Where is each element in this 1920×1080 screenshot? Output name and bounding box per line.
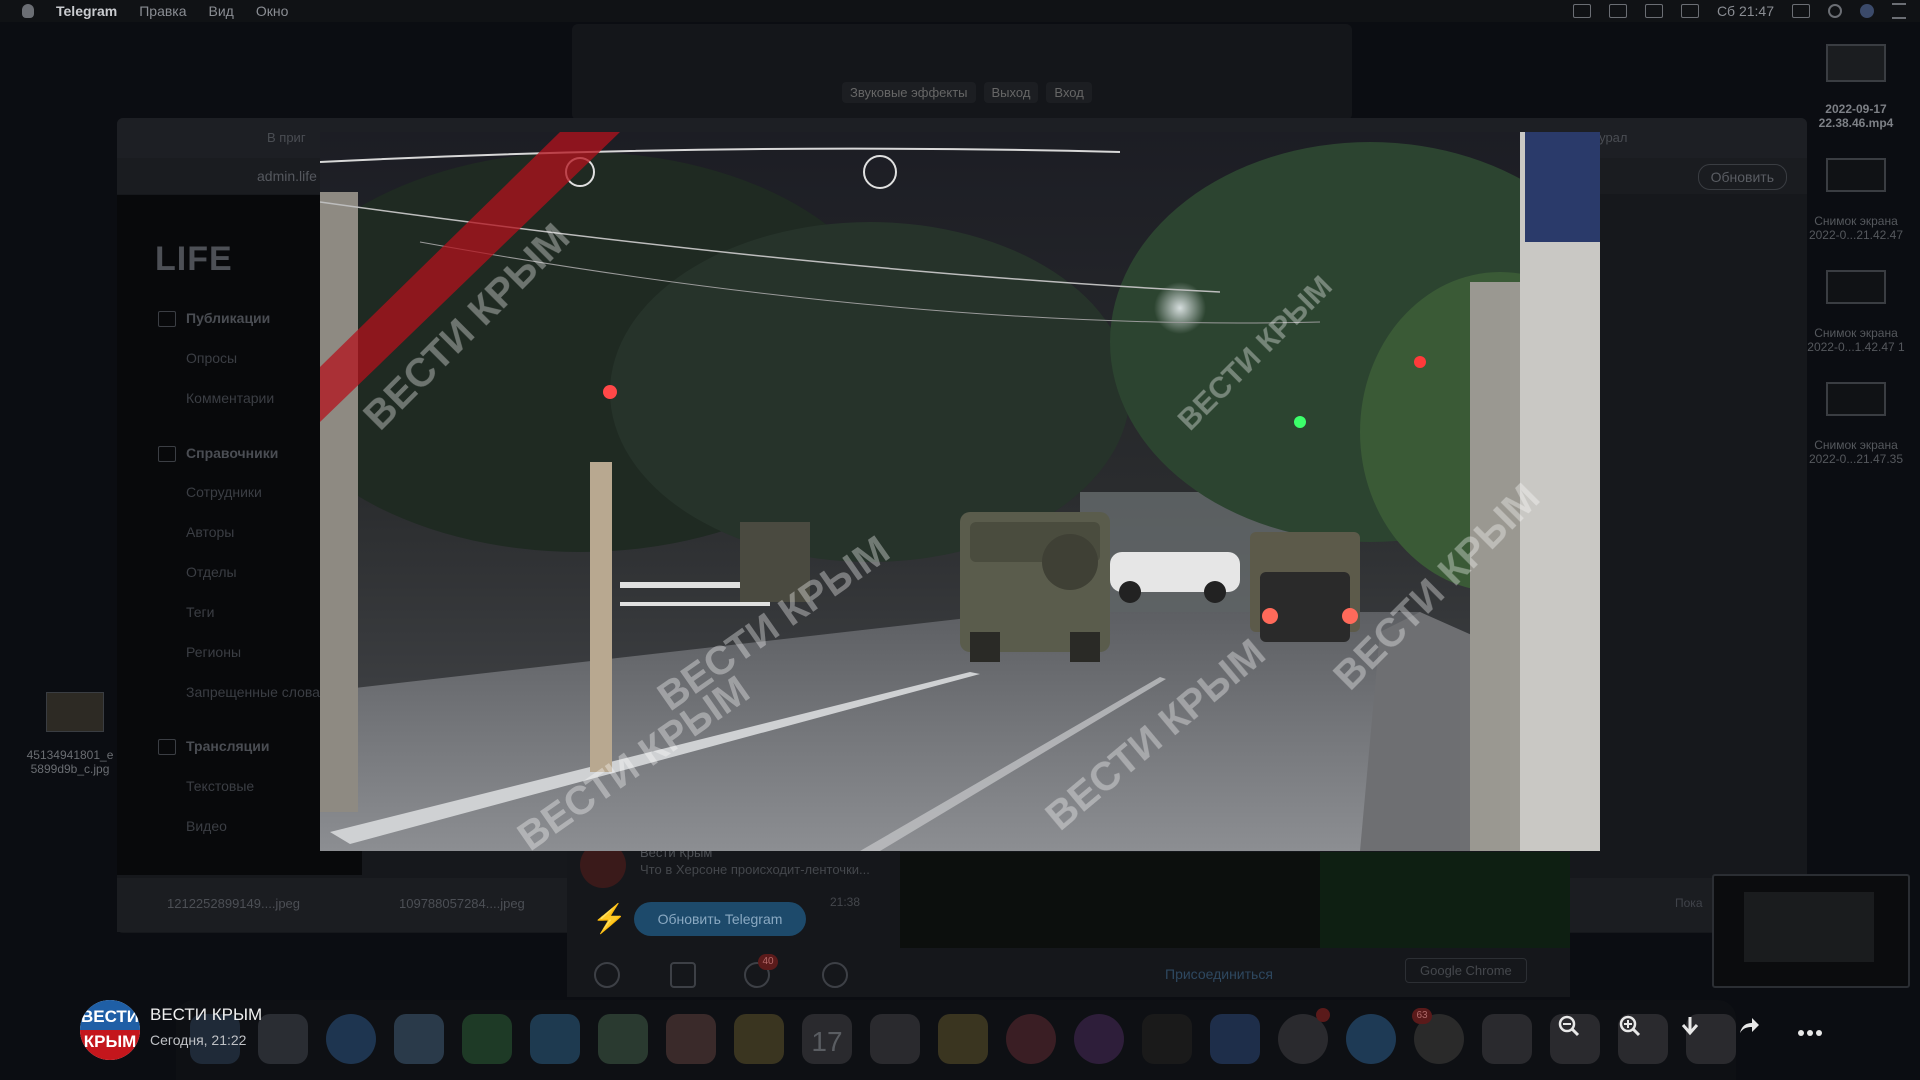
desktop-file-label-1[interactable]: 2022-09-17 22.38.46.mp4 [1800, 102, 1912, 130]
siri-icon[interactable] [1860, 4, 1874, 18]
life-nav-item[interactable]: Публикации [186, 310, 270, 326]
contacts-icon[interactable] [594, 962, 620, 988]
avatar-bottom-text: КРЫМ [80, 1030, 140, 1060]
podcasts-icon[interactable] [1074, 1014, 1124, 1064]
menu-view[interactable]: Вид [209, 3, 234, 19]
login-button[interactable]: Вход [1046, 82, 1092, 103]
messages-icon[interactable] [530, 1014, 580, 1064]
download-icon[interactable] [1674, 1014, 1706, 1046]
more-icon[interactable] [1794, 1014, 1826, 1046]
calls-icon[interactable] [670, 962, 696, 988]
night-street-photo: ВЕСТИ КРЫМ ВЕСТИ КРЫМ ВЕСТИ КРЫМ ВЕСТИ К… [320, 132, 1600, 851]
facetime-icon[interactable] [462, 1014, 512, 1064]
channel-avatar[interactable]: ВЕСТИ КРЫМ [80, 1000, 140, 1060]
desktop-file-label-4[interactable]: Снимок экрана 2022-0...21.47.35 [1800, 438, 1912, 466]
control-center-icon[interactable] [1892, 3, 1906, 19]
notes-icon[interactable] [734, 1014, 784, 1064]
channel-name[interactable]: ВЕСТИ КРЫМ [150, 1005, 262, 1025]
spotlight-icon[interactable] [1828, 4, 1842, 18]
wifi-icon[interactable] [1644, 4, 1663, 18]
join-button[interactable]: Присоединиться [1165, 966, 1273, 982]
apple-menu-icon[interactable] [22, 4, 34, 18]
life-nav-item[interactable]: Регионы [186, 644, 241, 660]
menu-edit[interactable]: Правка [139, 3, 186, 19]
avatar-top-text: ВЕСТИ [80, 1000, 140, 1030]
menu-app-telegram[interactable]: Telegram [56, 3, 117, 19]
calendar-icon[interactable]: 17 [802, 1014, 852, 1064]
image-capture-icon[interactable] [1482, 1014, 1532, 1064]
chrome-update-button[interactable]: Обновить [1697, 164, 1787, 190]
life-nav-section-icon [158, 446, 176, 462]
life-nav-item[interactable]: Теги [186, 604, 214, 620]
life-nav-item[interactable]: Авторы [186, 524, 234, 540]
life-logo: LIFE [155, 240, 233, 278]
share-icon[interactable] [1733, 1014, 1765, 1046]
menu-clock[interactable]: Сб 21:47 [1717, 3, 1774, 19]
reminders-icon[interactable] [870, 1014, 920, 1064]
stickies-icon[interactable] [938, 1014, 988, 1064]
preview-icon[interactable] [394, 1014, 444, 1064]
status-icon-2[interactable] [1608, 4, 1627, 18]
download-item-1[interactable]: 1212252899149....jpeg [167, 896, 300, 911]
desktop-file-label-3[interactable]: Снимок экрана 2022-0...1.42.47 1 [1800, 326, 1912, 354]
update-telegram-button[interactable]: Обновить Telegram [634, 902, 806, 936]
telegram-dock-badge: 63 [1412, 1008, 1432, 1024]
logout-button[interactable]: Выход [983, 82, 1039, 103]
settings-gear-icon[interactable] [822, 962, 848, 988]
desktop-screenshot-icon-3[interactable] [1826, 382, 1886, 416]
apple-tv-icon[interactable] [1142, 1014, 1192, 1064]
lightning-icon: ⚡ [592, 903, 627, 934]
life-nav-item[interactable]: Трансляции [186, 738, 269, 754]
life-nav-item[interactable]: Справочники [186, 445, 278, 461]
life-nav-item[interactable]: Сотрудники [186, 484, 262, 500]
maps-icon[interactable] [598, 1014, 648, 1064]
desktop-screenshot-icon-2[interactable] [1826, 270, 1886, 304]
telegram-settings-window: Звуковые эффекты Выход Вход [572, 24, 1352, 120]
sound-effects-button[interactable]: Звуковые эффекты [842, 82, 976, 103]
downloads-show-all[interactable]: Пока [1675, 896, 1703, 910]
chat-snippet: Что в Херсоне происходит-ленточки... [640, 862, 870, 877]
menu-bar: Telegram Правка Вид Окно Сб 21:47 [0, 0, 1920, 22]
system-prefs-dock-badge [1316, 1008, 1330, 1022]
desktop-image-file-label[interactable]: 45134941801_e 5899d9b_c.jpg [10, 748, 130, 776]
telegram-icon[interactable] [1346, 1014, 1396, 1064]
display-icon[interactable] [1680, 4, 1699, 18]
url-text[interactable]: admin.life [257, 168, 317, 184]
chat-time: 21:38 [830, 895, 861, 909]
photos-icon[interactable] [666, 1014, 716, 1064]
desktop-video-file-icon[interactable] [1826, 44, 1886, 82]
life-nav-item[interactable]: Отделы [186, 564, 237, 580]
unread-badge: 40 [758, 954, 778, 970]
life-nav-item[interactable]: Комментарии [186, 390, 274, 406]
desktop-file-label-2[interactable]: Снимок экрана 2022-0...21.42.47 [1800, 214, 1912, 242]
chrome-tab-left[interactable]: В приг [267, 130, 306, 145]
picture-in-picture-window[interactable] [1712, 874, 1910, 988]
battery-icon[interactable] [1792, 4, 1810, 18]
app-store-icon[interactable] [1210, 1014, 1260, 1064]
life-nav-item[interactable]: Видео [186, 818, 227, 834]
life-nav-item[interactable]: Запрещенные слова [186, 684, 320, 700]
zoom-in-icon[interactable] [1614, 1014, 1646, 1046]
media-viewer-photo[interactable]: ВЕСТИ КРЫМ ВЕСТИ КРЫМ ВЕСТИ КРЫМ ВЕСТИ К… [320, 132, 1600, 851]
desktop-image-file-icon[interactable] [46, 692, 104, 732]
menu-window[interactable]: Окно [256, 3, 289, 19]
safari-icon[interactable] [326, 1014, 376, 1064]
video-preview[interactable] [900, 852, 1570, 948]
life-nav-item[interactable]: Опросы [186, 350, 237, 366]
life-nav-section-icon [158, 739, 176, 755]
google-chrome-button[interactable]: Google Chrome [1405, 958, 1527, 983]
life-nav-section-icon [158, 311, 176, 327]
zoom-out-icon[interactable] [1553, 1014, 1585, 1046]
music-icon[interactable] [1006, 1014, 1056, 1064]
download-item-2[interactable]: 109788057284....jpeg [399, 896, 525, 911]
launchpad-icon[interactable] [258, 1014, 308, 1064]
life-nav-item[interactable]: Текстовые [186, 778, 254, 794]
status-icon-1[interactable] [1572, 4, 1591, 18]
message-date: Сегодня, 21:22 [150, 1032, 247, 1048]
desktop-screenshot-icon-1[interactable] [1826, 158, 1886, 192]
